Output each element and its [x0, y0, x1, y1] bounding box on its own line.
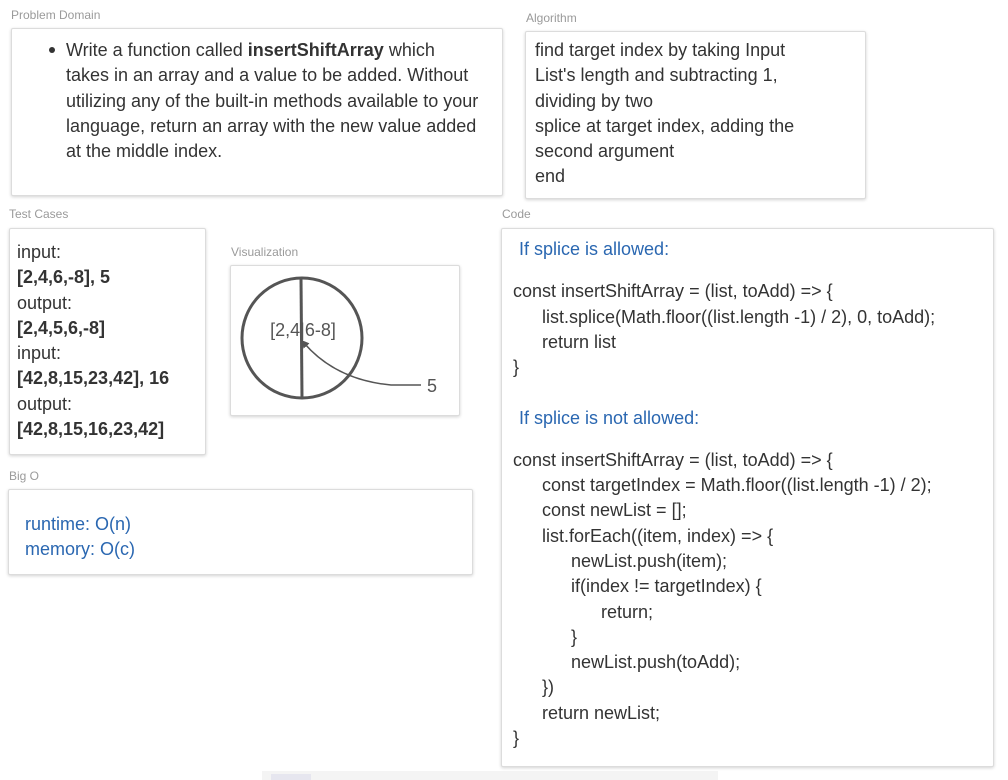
bottom-bar: [262, 771, 718, 780]
insert-arrow: [301, 339, 421, 386]
runtime-complexity: runtime: O(n): [25, 514, 132, 534]
code-line: return list: [542, 331, 617, 352]
test-case-label: output:: [17, 393, 73, 414]
visualization-card: [2,4|6-8] 5: [230, 265, 460, 416]
algorithm-step: dividing by two: [535, 90, 654, 111]
code-card: If splice is allowed: const insertShiftA…: [501, 228, 994, 767]
code-line: const insertShiftArray = (list, toAdd) =…: [513, 449, 833, 470]
problem-domain-label: Problem Domain: [11, 8, 101, 22]
algorithm-step: List's length and subtracting 1,: [535, 65, 778, 86]
code-line: return;: [601, 601, 654, 622]
big-o-label: Big O: [9, 469, 40, 483]
test-cases-label: Test Cases: [9, 207, 69, 221]
code-line: const insertShiftArray = (list, toAdd) =…: [513, 281, 833, 302]
problem-text-pre: Write a function called: [66, 40, 248, 60]
problem-statement: Write a function called insertShiftArray…: [66, 38, 502, 164]
algorithm-step: splice at target index, adding the: [535, 115, 795, 136]
splice-code-block: const insertShiftArray = (list, toAdd) =…: [513, 279, 993, 380]
code-label: Code: [502, 207, 531, 221]
algorithm-step: end: [535, 166, 566, 187]
problem-list: Write a function called insertShiftArray…: [12, 38, 502, 164]
algorithm-step: second argument: [535, 141, 675, 162]
code-line: }: [513, 357, 520, 378]
code-line: if(index != targetIndex) {: [571, 576, 762, 597]
code-line: newList.push(toAdd);: [571, 652, 741, 673]
visualization-label: Visualization: [231, 245, 299, 259]
code-line: newList.push(item);: [571, 550, 728, 571]
test-case-value: [2,4,6,-8], 5: [17, 267, 111, 288]
code-line: const targetIndex = Math.floor((list.len…: [542, 475, 932, 496]
visualization-diagram: [2,4|6-8] 5: [240, 276, 437, 400]
test-case-value: [2,4,5,6,-8]: [17, 317, 106, 338]
code-line: list.forEach((item, index) => {: [542, 525, 774, 546]
test-case-label: output:: [17, 292, 73, 313]
value-text: 5: [427, 376, 437, 396]
function-name: insertShiftArray: [247, 40, 384, 60]
algorithm-label: Algorithm: [526, 11, 577, 25]
memory-complexity: memory: O(c): [25, 539, 135, 560]
test-case-label: input:: [17, 242, 62, 262]
code-line: }: [571, 626, 578, 647]
test-case-list: input: [2,4,6,-8], 5 output: [2,4,5,6,-8] in…: [10, 229, 205, 442]
nosplice-heading: If splice is not allowed:: [519, 408, 700, 429]
array-text: [2,4|6-8]: [270, 320, 336, 340]
test-case-label: input:: [17, 343, 62, 364]
algorithm-card: find target index by taking Input List's …: [525, 31, 866, 199]
test-case-value: [42,8,15,23,42], 16: [17, 368, 170, 389]
algorithm-step: find target index by taking Input: [535, 40, 786, 60]
test-case-value: [42,8,15,16,23,42]: [17, 419, 165, 440]
algorithm-steps: find target index by taking Input List's …: [526, 32, 865, 190]
code-line: const newList = [];: [542, 500, 687, 521]
nosplice-code-block: const insertShiftArray = (list, toAdd) =…: [513, 448, 993, 752]
big-o-card: runtime: O(n) memory: O(c): [8, 489, 473, 575]
code-line: list.splice(Math.floor((list.length -1) …: [542, 306, 936, 327]
problem-domain-card: Write a function called insertShiftArray…: [11, 28, 503, 196]
test-cases-card: input: [2,4,6,-8], 5 output: [2,4,5,6,-8] in…: [9, 228, 206, 455]
code-line: }: [513, 728, 520, 749]
splice-heading: If splice is allowed:: [519, 239, 670, 259]
code-line: }): [542, 677, 555, 698]
bottom-bar-thumb[interactable]: [271, 774, 311, 780]
code-line: return newList;: [542, 702, 661, 723]
